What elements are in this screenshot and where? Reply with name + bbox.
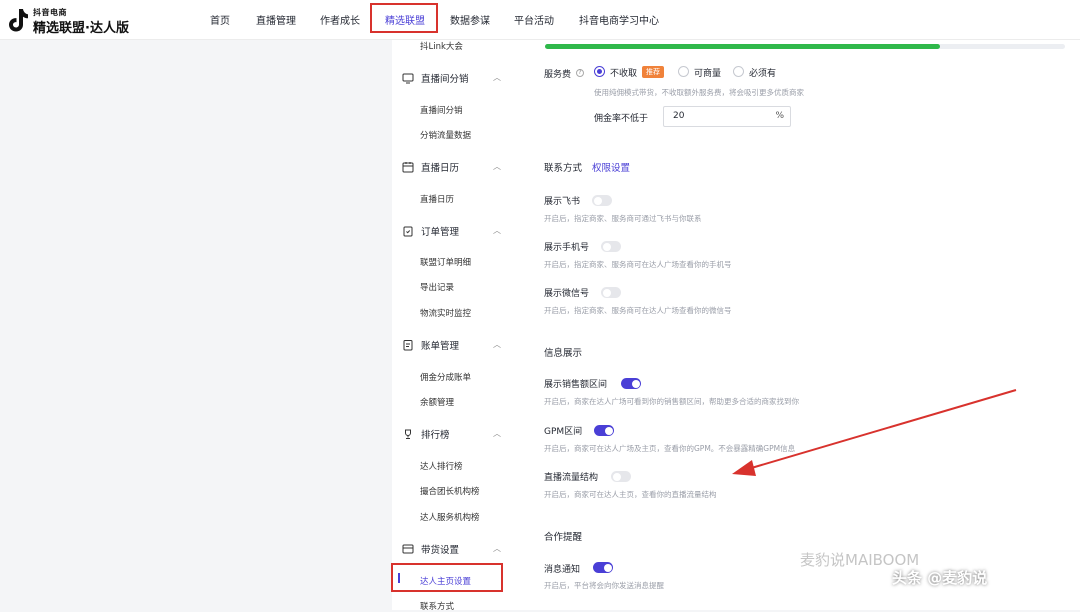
chevron-up-icon: ︿ [493, 225, 501, 236]
sidebar-group-label: 直播日历 [421, 160, 459, 174]
sidebar-item-live-distribution[interactable]: 直播间分销 [420, 104, 463, 116]
sidebar-item-creator-ranking[interactable]: 达人排行榜 [420, 460, 463, 472]
info-icon[interactable]: ? [576, 69, 584, 77]
top-navigation-bar: 抖音电商 精选联盟·达人版 首页 直播管理 作者成长 精选联盟 数据参谋 平台活… [0, 0, 1080, 40]
sidebar-item-live-calendar[interactable]: 直播日历 [420, 193, 454, 205]
chevron-up-icon: ︿ [493, 339, 501, 350]
service-fee-hint: 使用纯佣模式带货，不收取额外服务费，将会吸引更多优质商家 [594, 87, 804, 98]
sidebar-item-service-agency-ranking[interactable]: 达人服务机构榜 [420, 511, 480, 523]
sidebar-item-traffic-data[interactable]: 分销流量数据 [420, 129, 471, 141]
sidebar-item-commission-bill[interactable]: 佣金分成账单 [420, 371, 471, 383]
show-feishu-toggle[interactable] [592, 195, 612, 206]
sidebar-group-live-distribution[interactable]: 直播间分销 ︿ [402, 71, 507, 85]
show-sales-range-toggle[interactable] [621, 378, 641, 389]
sidebar-item-export-records[interactable]: 导出记录 [420, 281, 454, 293]
show-wechat-toggle[interactable] [601, 287, 621, 298]
show-sales-range-label: 展示销售额区间 [544, 377, 607, 390]
logo[interactable]: 抖音电商 精选联盟·达人版 [6, 4, 136, 36]
calendar-icon [402, 161, 414, 173]
sidebar-group-label: 订单管理 [421, 224, 459, 238]
douyin-logo-icon [6, 7, 30, 33]
sidebar-item-order-details[interactable]: 联盟订单明细 [420, 256, 471, 268]
logo-title: 精选联盟·达人版 [33, 17, 129, 36]
info-section-title: 信息展示 [544, 345, 582, 359]
sidebar-group-selling-settings[interactable]: 带货设置 ︿ [402, 542, 507, 556]
sidebar-item-link-conference[interactable]: 抖Link大会 [420, 40, 463, 52]
progress-bar [545, 44, 1065, 49]
live-traffic-structure-label: 直播流量结构 [544, 470, 598, 483]
message-notify-label: 消息通知 [544, 562, 580, 575]
chevron-up-icon: ︿ [493, 161, 501, 172]
commission-input[interactable]: 20 % [663, 106, 791, 127]
show-phone-toggle[interactable] [601, 241, 621, 252]
watermark-source: 头条 @麦豹说 [892, 567, 987, 588]
radio-negotiable-label[interactable]: 可商量 [694, 66, 721, 79]
bill-icon [402, 339, 414, 351]
sidebar: 抖Link大会 直播间分销 ︿ 直播间分销 分销流量数据 直播日历 ︿ 直播日历… [392, 40, 512, 610]
sidebar-group-label: 直播间分销 [421, 71, 469, 85]
nav-author-growth[interactable]: 作者成长 [320, 12, 360, 27]
sidebar-group-label: 账单管理 [421, 338, 459, 352]
nav-home[interactable]: 首页 [210, 12, 230, 27]
show-wechat-hint: 开启后，指定商家、服务商可在达人广场查看你的微信号 [544, 305, 732, 316]
chevron-up-icon: ︿ [493, 428, 501, 439]
nav-live-management[interactable]: 直播管理 [256, 12, 296, 27]
highlight-box-sidebar [391, 563, 503, 592]
show-feishu-label: 展示飞书 [544, 194, 580, 207]
sidebar-group-label: 带货设置 [421, 542, 459, 556]
permission-settings-link[interactable]: 权限设置 [592, 160, 630, 174]
service-fee-label: 服务费 [544, 67, 571, 80]
chevron-up-icon: ︿ [493, 72, 501, 83]
sidebar-group-live-calendar[interactable]: 直播日历 ︿ [402, 160, 507, 174]
sidebar-group-order-management[interactable]: 订单管理 ︿ [402, 224, 507, 238]
trophy-icon [402, 428, 414, 440]
commission-unit: % [775, 111, 784, 121]
show-phone-label: 展示手机号 [544, 240, 589, 253]
gpm-range-hint: 开启后，商家可在达人广场及主页，查看你的GPM。不会暴露精确GPM信息 [544, 443, 795, 454]
radio-no-fee[interactable] [594, 66, 605, 77]
commission-value: 20 [673, 111, 684, 121]
message-notify-hint: 开启后，平台将会向你发送消息提醒 [544, 580, 664, 591]
radio-required[interactable] [733, 66, 744, 77]
sidebar-item-contact-method[interactable]: 联系方式 [420, 600, 454, 612]
live-traffic-structure-toggle[interactable] [611, 471, 631, 482]
chevron-up-icon: ︿ [493, 543, 501, 554]
progress-fill [545, 44, 940, 49]
sidebar-group-bill-management[interactable]: 账单管理 ︿ [402, 338, 507, 352]
sidebar-group-label: 排行榜 [421, 427, 450, 441]
left-blank-area [0, 40, 392, 610]
recommend-badge: 推荐 [642, 66, 664, 78]
settings-card-icon [402, 543, 414, 555]
radio-required-label[interactable]: 必须有 [749, 66, 776, 79]
gpm-range-label: GPM区间 [544, 424, 582, 437]
gpm-range-toggle[interactable] [594, 425, 614, 436]
nav-learning-center[interactable]: 抖音电商学习中心 [579, 12, 659, 27]
sidebar-item-balance-management[interactable]: 余额管理 [420, 396, 454, 408]
main-content [512, 40, 1080, 610]
monitor-icon [402, 72, 414, 84]
show-feishu-hint: 开启后，指定商家、服务商可通过飞书与你联系 [544, 213, 702, 224]
contact-section-title: 联系方式 [544, 160, 582, 174]
radio-negotiable[interactable] [678, 66, 689, 77]
clipboard-icon [402, 225, 414, 237]
highlight-box-nav [370, 3, 438, 33]
nav-platform-activity[interactable]: 平台活动 [514, 12, 554, 27]
live-traffic-structure-hint: 开启后，商家可在达人主页，查看你的直播流量结构 [544, 489, 717, 500]
commission-label: 佣金率不低于 [594, 111, 648, 124]
show-phone-hint: 开启后，指定商家、服务商可在达人广场查看你的手机号 [544, 259, 732, 270]
sidebar-group-rankings[interactable]: 排行榜 ︿ [402, 427, 507, 441]
nav-data-advisor[interactable]: 数据参谋 [450, 12, 490, 27]
show-sales-range-hint: 开启后，商家在达人广场可看到你的销售额区间，帮助更多合适的商家找到你 [544, 396, 799, 407]
cooperation-section-title: 合作提醒 [544, 529, 582, 543]
message-notify-toggle[interactable] [593, 562, 613, 573]
sidebar-item-matchmaker-ranking[interactable]: 撮合团长机构榜 [420, 485, 480, 497]
sidebar-item-logistics-monitor[interactable]: 物流实时监控 [420, 307, 471, 319]
show-wechat-label: 展示微信号 [544, 286, 589, 299]
radio-no-fee-label[interactable]: 不收取 [610, 66, 637, 79]
